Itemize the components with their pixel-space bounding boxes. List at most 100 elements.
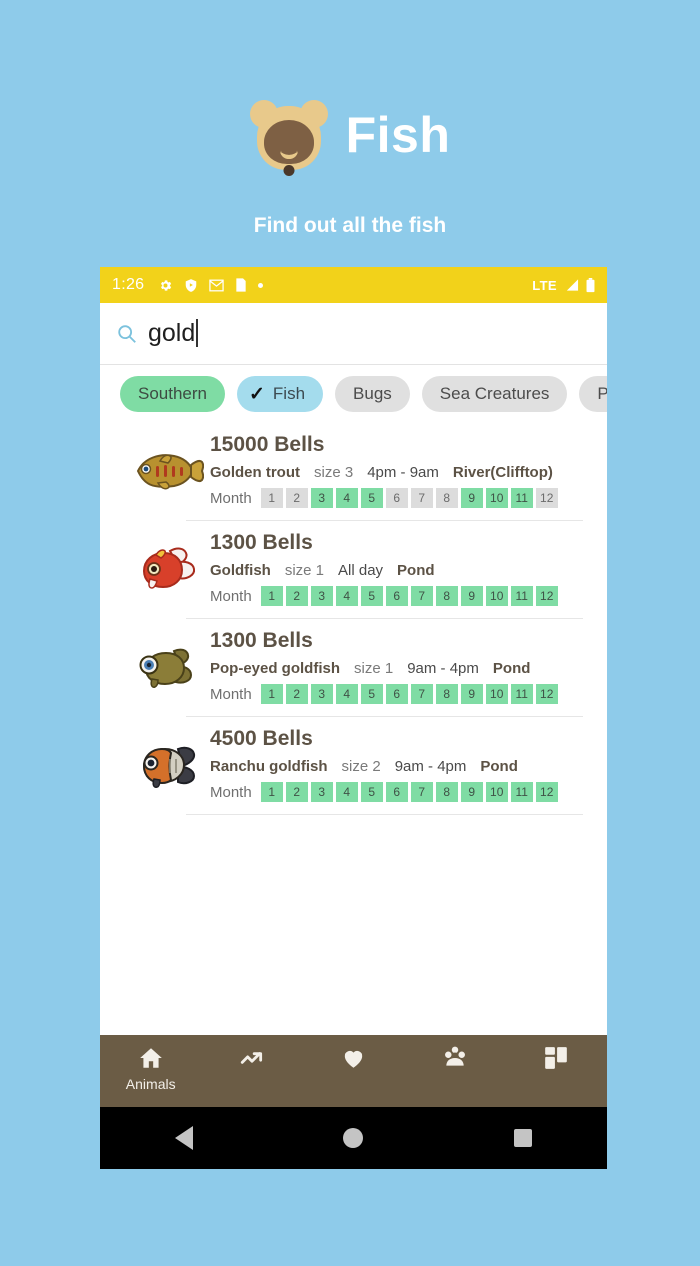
fish-info: 1300 Bells Goldfish size 1 All day Pond …	[210, 531, 607, 606]
home-circle-icon[interactable]	[343, 1128, 364, 1148]
month-cell: 8	[435, 488, 458, 508]
trending-up-icon	[240, 1052, 263, 1064]
chip-fish[interactable]: ✓ Fish	[237, 376, 324, 412]
month-cell: 4	[335, 684, 358, 704]
signal-icon	[566, 279, 579, 291]
month-cell: 12	[535, 684, 558, 704]
chip-bugs[interactable]: Bugs	[335, 376, 410, 412]
month-cell: 6	[385, 782, 408, 802]
fish-name: Pop-eyed goldfish	[210, 660, 341, 677]
chip-southern[interactable]: Southern	[120, 376, 225, 412]
month-cell: 1	[260, 488, 283, 508]
month-cell: 9	[460, 488, 483, 508]
fish-price: 4500 Bells	[210, 727, 313, 750]
fish-meta: Ranchu goldfish size 2 9am - 4pm Pond	[210, 758, 589, 775]
dot-icon	[258, 282, 264, 288]
back-icon[interactable]	[175, 1126, 194, 1150]
chip-price[interactable]: Pric	[579, 376, 607, 412]
page-title: Fish	[345, 107, 451, 163]
month-cell: 4	[335, 586, 358, 606]
month-cell: 3	[310, 488, 333, 508]
android-system-nav[interactable]	[100, 1107, 607, 1169]
month-track: Month 1 2 3 4 5 6 7 8 9 10 11 12	[210, 782, 589, 802]
chip-label: Bugs	[353, 384, 392, 403]
month-cell: 8	[435, 684, 458, 704]
month-cell: 2	[285, 782, 308, 802]
list-item[interactable]: 1300 Bells Pop-eyed goldfish size 1 9am …	[100, 619, 607, 704]
check-icon: ✓	[249, 383, 265, 405]
month-cell: 7	[410, 488, 433, 508]
nav-item-animals[interactable]: Animals	[100, 1035, 201, 1092]
tanuki-face-icon	[249, 98, 328, 176]
chip-sea-creatures[interactable]: Sea Creatures	[421, 376, 568, 412]
month-cell: 2	[285, 684, 308, 704]
fish-time: 9am - 4pm	[407, 660, 479, 677]
fish-location: River(Clifftop)	[452, 464, 553, 481]
month-cell: 6	[385, 684, 408, 704]
fish-time: All day	[338, 562, 384, 579]
search-bar[interactable]: gold	[100, 303, 607, 365]
fish-size: size 1	[284, 562, 325, 579]
flower-icon	[444, 1046, 465, 1066]
goldfish-sprite	[130, 543, 204, 595]
nav-item-trending[interactable]	[201, 1035, 302, 1071]
dashboard-grid-icon	[545, 1047, 568, 1069]
status-bar: 1:26 LTE	[100, 267, 607, 303]
month-cell: 5	[360, 782, 383, 802]
filter-chips[interactable]: Southern ✓ Fish Bugs Sea Creatures Pric	[100, 365, 607, 423]
fish-size: size 1	[354, 660, 394, 677]
list-item[interactable]: 1300 Bells Goldfish size 1 All day Pond …	[100, 521, 607, 606]
month-cell: 9	[460, 586, 483, 606]
list-item[interactable]: 15000 Bells Golden trout size 3 4pm - 9a…	[100, 423, 607, 508]
search-icon	[118, 324, 136, 343]
month-cell: 3	[310, 586, 333, 606]
fish-time: 9am - 4pm	[394, 758, 467, 775]
fish-meta: Goldfish size 1 All day Pond	[210, 562, 589, 579]
month-label: Month	[210, 587, 252, 605]
fish-info: 1300 Bells Pop-eyed goldfish size 1 9am …	[210, 629, 607, 704]
promo-header: Fish	[0, 98, 700, 176]
month-cell: 10	[485, 782, 508, 802]
fish-price: 1300 Bells	[210, 531, 313, 554]
month-cell: 8	[435, 586, 458, 606]
list-divider	[186, 814, 583, 815]
month-cell: 3	[310, 782, 333, 802]
month-cell: 11	[510, 782, 533, 802]
promo-subtitle: Find out all the fish	[253, 214, 447, 237]
fish-size: size 3	[314, 464, 354, 481]
status-time: 1:26	[112, 276, 145, 293]
nav-item-favorites[interactable]	[303, 1035, 404, 1071]
month-cell: 2	[285, 488, 308, 508]
month-cell: 1	[260, 684, 283, 704]
month-cell: 10	[485, 586, 508, 606]
play-protect-shield-icon	[186, 278, 197, 292]
fish-info: 4500 Bells Ranchu goldfish size 2 9am - …	[210, 727, 607, 802]
battery-icon	[586, 277, 595, 292]
tanuki-face-mask	[263, 120, 314, 176]
phone-screen: 1:26 LTE gold Southern ✓ Fish Bugs Sea C…	[100, 267, 607, 1169]
month-cell: 11	[510, 488, 533, 508]
month-label: Month	[210, 685, 252, 703]
bottom-navigation[interactable]: Animals	[100, 1035, 607, 1107]
fish-name: Ranchu goldfish	[210, 758, 328, 775]
month-cell: 12	[535, 488, 558, 508]
fish-meta: Pop-eyed goldfish size 1 9am - 4pm Pond	[210, 660, 589, 677]
home-icon	[139, 1048, 162, 1068]
list-item[interactable]: 4500 Bells Ranchu goldfish size 2 9am - …	[100, 717, 607, 802]
month-cell: 7	[410, 586, 433, 606]
month-label: Month	[210, 489, 252, 507]
fish-list: 15000 Bells Golden trout size 3 4pm - 9a…	[100, 423, 607, 815]
promo-screenshot: Fish Find out all the fish 1:26 LTE gold	[0, 0, 700, 1266]
month-cell: 6	[385, 586, 408, 606]
month-cell: 2	[285, 586, 308, 606]
month-cell: 11	[510, 684, 533, 704]
fish-thumbnail	[124, 727, 210, 802]
nav-item-flowers[interactable]	[404, 1035, 505, 1071]
month-track: Month 1 2 3 4 5 6 7 8 9 10 11 12	[210, 586, 589, 606]
gear-icon	[161, 279, 172, 291]
golden-trout-sprite	[130, 445, 204, 497]
search-input[interactable]: gold	[148, 319, 200, 348]
month-cell: 7	[410, 684, 433, 704]
recents-square-icon[interactable]	[513, 1129, 532, 1147]
nav-item-dashboard[interactable]	[506, 1035, 607, 1071]
